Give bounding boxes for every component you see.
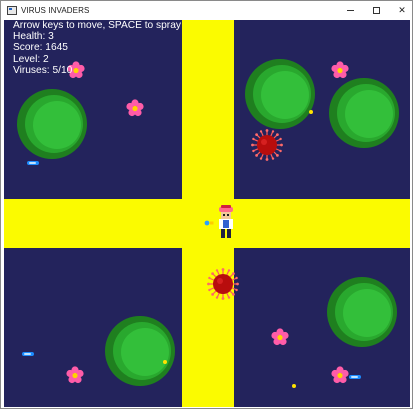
virus-icon <box>207 268 239 300</box>
close-icon: ✕ <box>398 5 406 16</box>
score-text: Score: 1645 <box>13 42 68 54</box>
flower-icon <box>331 366 349 384</box>
title-bar[interactable]: VIRUS INVADERS ✕ <box>1 1 412 20</box>
bush-icon <box>327 277 397 347</box>
pellet <box>309 110 313 114</box>
bush-icon <box>105 316 175 386</box>
spray-bullet <box>27 161 39 165</box>
minimize-icon <box>346 10 354 11</box>
spray-bullet <box>22 352 34 356</box>
pellet <box>163 360 167 364</box>
pellet <box>292 384 296 388</box>
flower-icon <box>66 366 84 384</box>
instructions-text: Arrow keys to move, SPACE to spray <box>13 20 181 31</box>
bush-icon <box>17 89 87 159</box>
flower-icon <box>126 99 144 117</box>
flower-icon <box>331 61 349 79</box>
window-title: VIRUS INVADERS <box>21 6 90 15</box>
virus-icon <box>251 129 283 161</box>
spray-bullet <box>349 375 361 379</box>
level-text: Level: 2 <box>13 53 49 65</box>
close-button[interactable]: ✕ <box>387 1 413 20</box>
app-window-icon <box>7 6 17 15</box>
viruses-text: Viruses: 5/10 <box>13 64 73 76</box>
health-text: Health: 3 <box>13 31 54 43</box>
app-window: VIRUS INVADERS ✕ Arrow keys to move, SPA… <box>0 0 413 409</box>
player-sprite <box>219 205 233 238</box>
spray-can-icon <box>204 220 214 226</box>
game-canvas[interactable]: Arrow keys to move, SPACE to spray Healt… <box>4 20 410 407</box>
maximize-icon <box>372 7 380 14</box>
hud-panel: Arrow keys to move, SPACE to spray Healt… <box>13 20 253 76</box>
bush-icon <box>245 59 315 129</box>
bush-icon <box>329 78 399 148</box>
flower-icon <box>271 328 289 346</box>
